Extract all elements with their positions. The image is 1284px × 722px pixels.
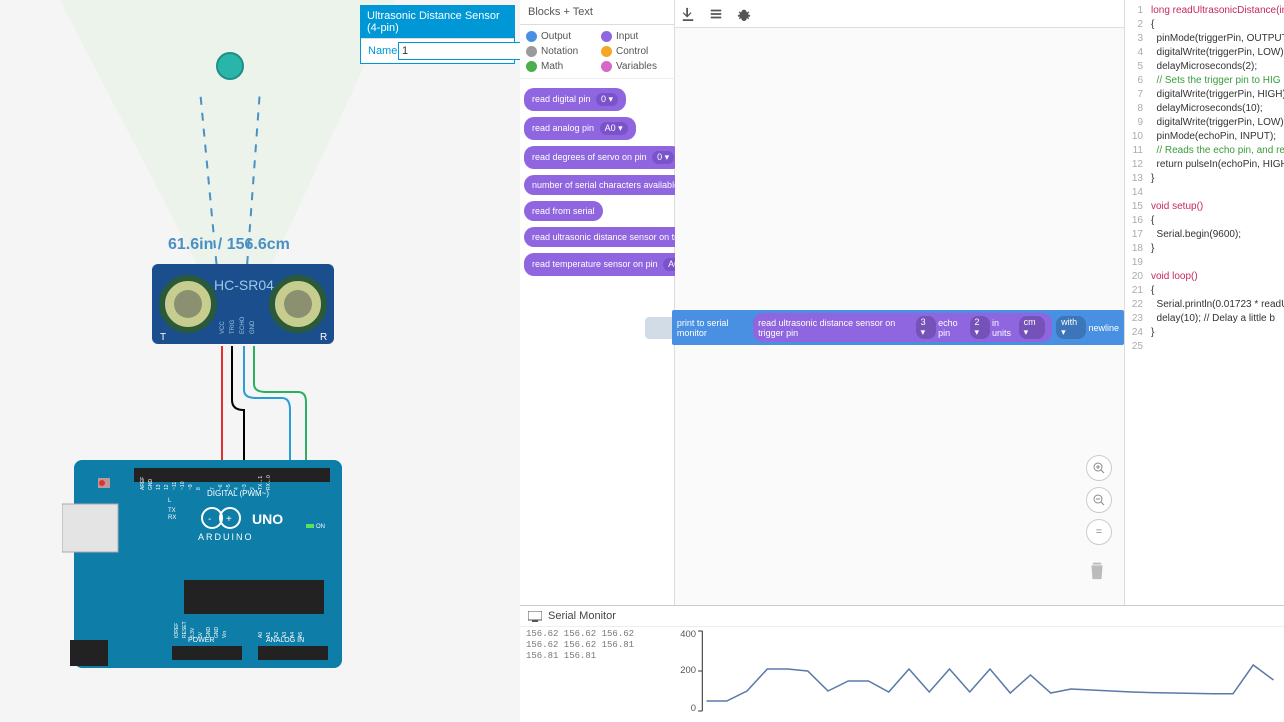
- expand-icon[interactable]: [709, 7, 723, 21]
- serial-output[interactable]: 156.62 156.62 156.62 156.62 156.62 156.8…: [520, 627, 675, 715]
- blocks-panel: Blocks + Text OutputInputNotationControl…: [520, 0, 675, 605]
- name-label: Name: [364, 43, 398, 59]
- svg-text:200: 200: [680, 665, 696, 675]
- svg-text:8: 8: [196, 487, 202, 490]
- svg-text:A2: A2: [274, 632, 280, 638]
- target-object[interactable]: [217, 53, 243, 79]
- svg-text:GND: GND: [214, 627, 220, 639]
- blocks-mode-label[interactable]: Blocks + Text: [520, 0, 674, 25]
- sensor-model-label: HC-SR04: [214, 277, 274, 293]
- svg-text:~5: ~5: [226, 484, 232, 490]
- svg-text:7: 7: [210, 487, 216, 490]
- svg-text:~6: ~6: [218, 484, 224, 490]
- svg-text:TRIG: TRIG: [230, 319, 236, 334]
- category-control[interactable]: Control: [597, 44, 672, 59]
- svg-text:GND: GND: [148, 479, 154, 491]
- svg-text:R: R: [320, 332, 327, 343]
- svg-text:13: 13: [156, 484, 162, 490]
- block-item[interactable]: read degrees of servo on pin 0 ▾: [524, 146, 682, 169]
- block-item[interactable]: read from serial: [524, 201, 603, 221]
- bug-icon[interactable]: [737, 7, 751, 21]
- svg-text:~11: ~11: [172, 482, 178, 490]
- svg-text:RX←0: RX←0: [266, 475, 272, 490]
- svg-text:ON: ON: [316, 524, 325, 530]
- block-item[interactable]: read temperature sensor on pin A0 ▾: [524, 253, 699, 276]
- svg-text:RESET: RESET: [182, 621, 188, 638]
- category-dot: [601, 46, 612, 57]
- svg-text:~3: ~3: [242, 484, 248, 490]
- svg-text:A1: A1: [266, 632, 272, 638]
- svg-text:2: 2: [250, 487, 256, 490]
- serial-plot: 400 200 0: [675, 627, 1284, 715]
- svg-text:~10: ~10: [180, 481, 186, 490]
- category-output[interactable]: Output: [522, 29, 597, 44]
- category-dot: [526, 31, 537, 42]
- wire-echo: [244, 346, 290, 470]
- zoom-out-button[interactable]: [1086, 487, 1112, 513]
- svg-text:TX→1: TX→1: [258, 476, 264, 490]
- svg-text:ECHO: ECHO: [240, 316, 246, 334]
- svg-text:4: 4: [234, 487, 240, 490]
- svg-text:A0: A0: [258, 632, 264, 638]
- serial-monitor: Serial Monitor 156.62 156.62 156.62 156.…: [520, 605, 1284, 722]
- serial-icon: [528, 611, 542, 622]
- code-panel[interactable]: 1 2 3 4 5 6 7 8 9 10 11 12 13 14 15 16 1…: [1125, 0, 1284, 605]
- svg-text:-: -: [208, 514, 211, 525]
- svg-text:RX: RX: [168, 515, 176, 521]
- svg-text:ARDUINO: ARDUINO: [198, 532, 254, 542]
- svg-text:AREF: AREF: [140, 477, 146, 490]
- svg-text:IOREF: IOREF: [174, 623, 180, 638]
- power-header[interactable]: [172, 646, 242, 660]
- component-title: Ultrasonic Distance Sensor (4-pin): [361, 6, 514, 38]
- svg-text:UNO: UNO: [252, 511, 283, 527]
- svg-text:+: +: [226, 514, 232, 525]
- svg-text:400: 400: [680, 629, 696, 639]
- svg-text:GND: GND: [206, 627, 212, 639]
- category-variables[interactable]: Variables: [597, 59, 672, 74]
- category-notation[interactable]: Notation: [522, 44, 597, 59]
- svg-text:12: 12: [164, 484, 170, 490]
- analog-header[interactable]: [258, 646, 328, 660]
- power-jack: [70, 640, 108, 666]
- category-dot: [526, 46, 537, 57]
- svg-text:A4: A4: [290, 632, 296, 638]
- digital-header[interactable]: [134, 468, 330, 482]
- svg-text:TX: TX: [168, 508, 176, 514]
- category-dot: [601, 31, 612, 42]
- component-properties: Ultrasonic Distance Sensor (4-pin) Name: [360, 5, 515, 64]
- block-item[interactable]: number of serial characters available: [524, 175, 687, 195]
- wire-trig: [254, 346, 306, 470]
- zoom-fit-button[interactable]: =: [1086, 519, 1112, 545]
- svg-text:A3: A3: [282, 632, 288, 638]
- svg-text:Vin: Vin: [222, 631, 228, 638]
- svg-text:3.3V: 3.3V: [190, 627, 196, 638]
- atmega-chip: [184, 580, 324, 614]
- svg-text:GND: GND: [250, 320, 256, 334]
- reset-button[interactable]: [99, 480, 105, 486]
- category-math[interactable]: Math: [522, 59, 597, 74]
- download-icon[interactable]: [681, 7, 695, 21]
- workspace-block[interactable]: print to serial monitor read ultrasonic …: [645, 310, 1124, 345]
- component-name-input[interactable]: [398, 42, 520, 60]
- block-item[interactable]: read digital pin 0 ▾: [524, 88, 626, 111]
- circuit-canvas[interactable]: 61.6in / 156.6cm HC-SR04 T R VCC TRIG ECH…: [0, 0, 520, 722]
- category-dot: [526, 61, 537, 72]
- trash-icon[interactable]: [1086, 557, 1108, 583]
- blocks-workspace[interactable]: print to serial monitor read ultrasonic …: [675, 0, 1125, 605]
- svg-text:~9: ~9: [188, 484, 194, 490]
- block-item[interactable]: read analog pin A0 ▾: [524, 117, 636, 140]
- svg-text:A5: A5: [298, 632, 304, 638]
- svg-text:T: T: [160, 332, 166, 343]
- category-input[interactable]: Input: [597, 29, 672, 44]
- svg-text:VCC: VCC: [220, 321, 226, 334]
- category-dot: [601, 61, 612, 72]
- svg-text:0: 0: [691, 703, 696, 713]
- svg-text:5V: 5V: [198, 631, 204, 638]
- distance-readout: 61.6in / 156.6cm: [168, 236, 290, 254]
- zoom-in-button[interactable]: [1086, 455, 1112, 481]
